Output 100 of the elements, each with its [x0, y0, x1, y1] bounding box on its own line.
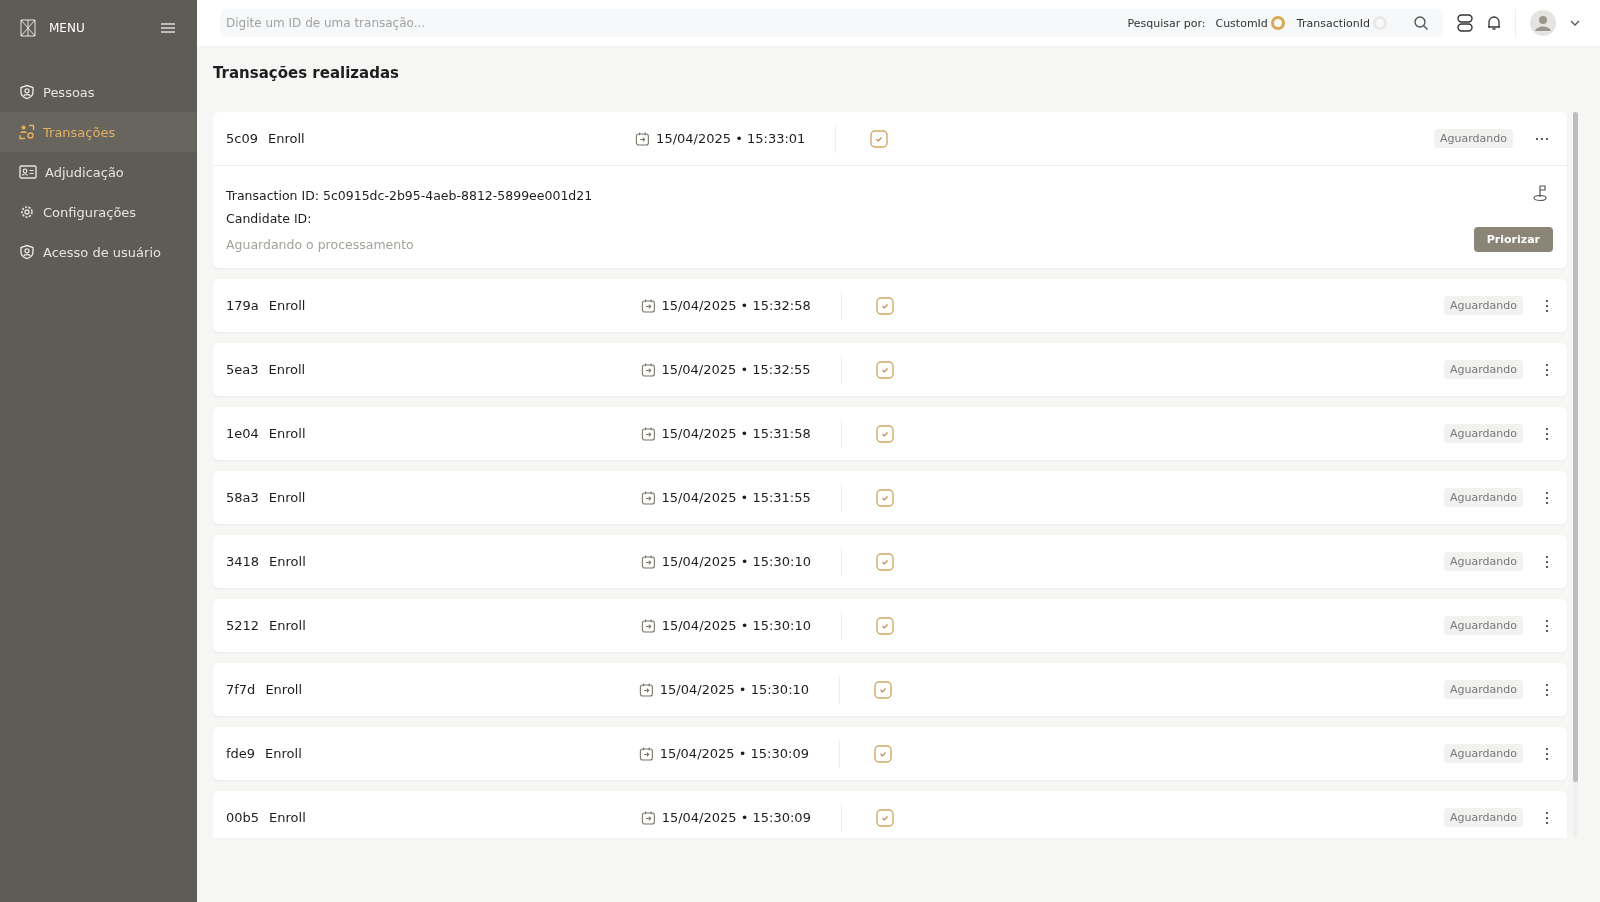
- transaction-id: 7f7d: [226, 682, 256, 697]
- transaction-card[interactable]: 3418 Enroll 15/04/2025 • 15:30:10 Aguardando: [213, 535, 1567, 588]
- status-badge: Aguardando: [1444, 360, 1523, 379]
- transaction-type: Enroll: [269, 554, 306, 569]
- more-vertical-icon[interactable]: [1545, 554, 1549, 569]
- more-vertical-icon[interactable]: [1545, 362, 1549, 377]
- processing-message: Aguardando o processamento: [226, 237, 415, 252]
- transaction-full-id: Transaction ID: 5c0915dc-2b95-4aeb-8812-5899ee001d21: [226, 187, 593, 205]
- sidebar-item[interactable]: Adjudicação: [0, 152, 197, 192]
- transaction-card[interactable]: 58a3 Enroll 15/04/2025 • 15:31:55 Aguardando: [213, 471, 1567, 524]
- transaction-date: 15/04/2025 • 15:30:09: [661, 810, 811, 825]
- logo-icon: [19, 18, 37, 38]
- transaction-card[interactable]: 7f7d Enroll 15/04/2025 • 15:30:10 Aguardando: [213, 663, 1567, 716]
- transaction-type: Enroll: [269, 618, 306, 633]
- calendar-icon: [640, 617, 656, 634]
- calendar-icon: [635, 130, 651, 147]
- gear-icon: [19, 204, 35, 220]
- sidebar-item[interactable]: Acesso de usuário: [0, 232, 197, 272]
- check-square-icon: [875, 488, 894, 507]
- check-square-icon: [875, 296, 894, 315]
- status-badge: Aguardando: [1444, 488, 1523, 507]
- calendar-icon: [640, 809, 656, 826]
- menu-icon[interactable]: [161, 23, 175, 33]
- avatar-icon[interactable]: [1530, 10, 1556, 36]
- radio-option[interactable]: CustomId: [1215, 16, 1285, 30]
- transaction-type: Enroll: [265, 682, 303, 697]
- status-badge: Aguardando: [1434, 129, 1513, 148]
- more-horizontal-icon[interactable]: [1535, 136, 1549, 141]
- toggle-icon[interactable]: [1457, 14, 1473, 32]
- flag-icon[interactable]: [1531, 184, 1549, 202]
- more-vertical-icon[interactable]: [1545, 490, 1549, 505]
- calendar-icon: [639, 681, 654, 698]
- bell-icon[interactable]: [1487, 15, 1501, 31]
- search-by-label: Pesquisar por:: [1127, 16, 1206, 30]
- transaction-date: 15/04/2025 • 15:31:58: [661, 426, 811, 441]
- check-square-icon: [875, 424, 894, 443]
- check-square-icon: [875, 552, 894, 571]
- transaction-card[interactable]: 5212 Enroll 15/04/2025 • 15:30:10 Aguardando: [213, 599, 1567, 652]
- status-badge: Aguardando: [1444, 552, 1523, 571]
- search-icon[interactable]: [1413, 15, 1429, 31]
- transaction-card[interactable]: 1e04 Enroll 15/04/2025 • 15:31:58 Aguardando: [213, 407, 1567, 460]
- transaction-date: 15/04/2025 • 15:32:58: [661, 298, 811, 313]
- more-vertical-icon[interactable]: [1545, 426, 1549, 441]
- transaction-type: Enroll: [267, 131, 305, 146]
- transaction-date: 15/04/2025 • 15:30:10: [661, 554, 811, 569]
- more-vertical-icon[interactable]: [1545, 810, 1549, 825]
- transaction-type: Enroll: [269, 810, 306, 825]
- transaction-date: 15/04/2025 • 15:30:10: [659, 682, 810, 697]
- transaction-date: 15/04/2025 • 15:30:10: [661, 618, 811, 633]
- people-search-icon: [19, 124, 35, 140]
- transaction-card[interactable]: fde9 Enroll 15/04/2025 • 15:30:09 Aguardando: [213, 727, 1567, 780]
- transaction-id: 5212: [226, 618, 260, 633]
- chevron-down-icon[interactable]: [1570, 20, 1580, 26]
- status-badge: Aguardando: [1444, 808, 1523, 827]
- more-vertical-icon[interactable]: [1545, 618, 1549, 633]
- search-field[interactable]: Digite um ID de uma transação... Pesquisar por: CustomId TransactionId: [220, 9, 1443, 37]
- check-square-icon: [875, 616, 894, 635]
- more-vertical-icon[interactable]: [1545, 682, 1549, 697]
- transaction-id: 00b5: [226, 810, 260, 825]
- transaction-type: Enroll: [268, 490, 306, 505]
- check-square-icon: [870, 129, 889, 148]
- transaction-card[interactable]: 00b5 Enroll 15/04/2025 • 15:30:09 Aguardando: [213, 791, 1567, 838]
- person-shield-icon: [19, 84, 35, 100]
- status-badge: Aguardando: [1444, 744, 1523, 763]
- more-vertical-icon[interactable]: [1545, 298, 1549, 313]
- sidebar-item[interactable]: Configurações: [0, 192, 197, 232]
- status-badge: Aguardando: [1444, 616, 1523, 635]
- transaction-id: 58a3: [226, 490, 259, 505]
- transaction-date: 15/04/2025 • 15:32:55: [661, 362, 811, 377]
- transaction-id: 5ea3: [226, 362, 259, 377]
- calendar-icon: [640, 361, 656, 378]
- transaction-card[interactable]: 5c09 Enroll 15/04/2025 • 15:33:01 Aguardando Transaction ID: 5c0915dc-2b95-4aeb-8812-5899ee001d21 Candidate ID: Aguardando o processamento Priorizar: [213, 112, 1567, 268]
- transaction-type: Enroll: [268, 362, 306, 377]
- status-badge: Aguardando: [1444, 680, 1523, 699]
- transaction-date: 15/04/2025 • 15:33:01: [656, 131, 806, 146]
- check-square-icon: [874, 680, 893, 699]
- status-badge: Aguardando: [1444, 296, 1523, 315]
- transaction-id: 1e04: [226, 426, 259, 441]
- calendar-icon: [640, 489, 656, 506]
- transaction-id: 179a: [226, 298, 259, 313]
- prioritize-button[interactable]: Priorizar: [1473, 227, 1553, 252]
- id-card-icon: [19, 164, 37, 180]
- person-shield-icon: [19, 244, 35, 260]
- page-title: Transações realizadas: [213, 64, 400, 82]
- menu-title: MENU: [49, 21, 86, 35]
- sidebar-item[interactable]: Pessoas: [0, 72, 197, 112]
- transaction-id: fde9: [226, 746, 256, 761]
- more-vertical-icon[interactable]: [1545, 746, 1549, 761]
- radio-option[interactable]: TransactionId: [1296, 16, 1387, 30]
- calendar-icon: [640, 297, 656, 314]
- transaction-type: Enroll: [268, 298, 306, 313]
- transaction-date: 15/04/2025 • 15:30:09: [659, 746, 809, 761]
- check-square-icon: [875, 360, 894, 379]
- candidate-id: Candidate ID:: [226, 210, 313, 228]
- status-badge: Aguardando: [1444, 424, 1523, 443]
- calendar-icon: [640, 425, 656, 442]
- calendar-icon: [640, 553, 656, 570]
- transaction-card[interactable]: 5ea3 Enroll 15/04/2025 • 15:32:55 Aguardando: [213, 343, 1567, 396]
- transaction-card[interactable]: 179a Enroll 15/04/2025 • 15:32:58 Aguardando: [213, 279, 1567, 332]
- calendar-icon: [638, 745, 654, 762]
